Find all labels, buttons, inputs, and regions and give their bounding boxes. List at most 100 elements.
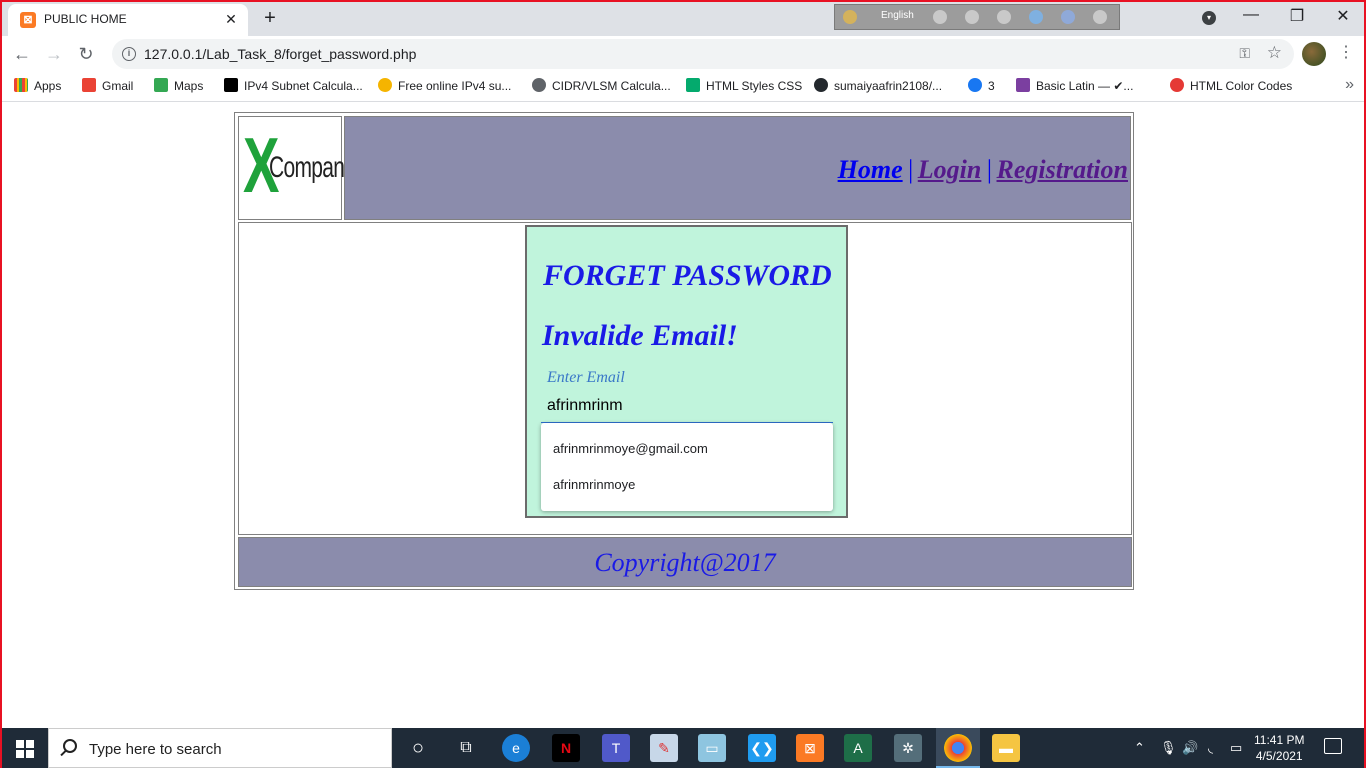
chrome-taskbar-button[interactable] [936,728,980,768]
notes-icon[interactable]: ▭ [698,734,726,762]
facebook-icon [968,78,982,92]
netflix-icon[interactable]: N [552,734,580,762]
bookmark-html-styles[interactable]: HTML Styles CSS [686,78,802,93]
edge-icon[interactable]: e [502,734,530,762]
more-bookmarks-icon[interactable]: » [1345,76,1354,94]
wifi-icon[interactable]: ◟ [1208,740,1213,756]
taskbar-search[interactable]: Type here to search [48,728,392,768]
form-title: FORGET PASSWORD [543,259,832,292]
nav-separator: | [906,155,914,184]
header-nav: Home | Login | Registration [344,116,1131,220]
windows-logo-icon [16,740,34,758]
bookmark-free-ipv4[interactable]: Free online IPv4 su... [378,78,511,93]
microphone-icon[interactable]: 🎙 [1160,740,1177,756]
footer: Copyright@2017 [238,537,1132,587]
bookmark-maps[interactable]: Maps [154,78,203,93]
gear-icon[interactable] [997,10,1011,24]
address-bar[interactable]: i 127.0.0.1/Lab_Task_8/forget_password.p… [112,39,1294,69]
chrome-icon [944,734,972,762]
maps-icon [154,78,168,92]
teams-icon[interactable]: T [602,734,630,762]
gmail-icon [82,78,96,92]
logo-company-text: Company [269,151,355,184]
autocomplete-dropdown: afrinmrinmoye@gmail.com afrinmrinmoye [541,423,833,511]
autocomplete-suggestion[interactable]: afrinmrinmoye@gmail.com [553,441,708,456]
vscode-icon[interactable]: ❮❯ [748,734,776,762]
xampp-favicon-icon: ⊠ [20,12,36,28]
restore-button[interactable]: ❐ [1282,6,1312,26]
profile-avatar[interactable] [1302,42,1326,66]
forward-arrow-icon[interactable]: → [42,42,66,66]
start-button[interactable] [2,728,48,768]
access-icon[interactable]: A [844,734,872,762]
tab-close-icon[interactable]: ✕ [222,10,240,28]
site-info-icon[interactable]: i [122,47,136,61]
tab-title: PUBLIC HOME [44,12,127,26]
search-icon [63,739,77,753]
network-tool-icon[interactable]: ✲ [894,734,922,762]
nav-links: Home | Login | Registration [838,155,1128,185]
copyright-text: Copyright@2017 [594,548,776,577]
hat-icon[interactable] [933,10,947,24]
kebab-menu-icon[interactable]: ⋮ [1338,42,1354,62]
volume-icon[interactable]: 🔊 [1182,740,1198,756]
apps-grid-icon [14,78,28,92]
ut-icon [1016,78,1030,92]
new-tab-button[interactable]: + [258,6,282,30]
bookmark-apps[interactable]: Apps [14,78,61,93]
url-text[interactable]: 127.0.0.1/Lab_Task_8/forget_password.php [144,46,416,62]
cortana-icon[interactable]: ○ [404,734,432,762]
task-view-icon[interactable]: ⧉ [452,734,480,762]
forget-password-form: FORGET PASSWORD Invalide Email! Enter Em… [525,225,848,518]
profile-dropdown-icon[interactable]: ▾ [1202,11,1216,25]
page-layout-table: X Company Home | Login | Registration FORGET… [234,112,1134,590]
system-clock[interactable]: 11:41 PM 4/5/2021 [1254,732,1304,764]
nav-registration-link[interactable]: Registration [997,155,1128,184]
search-placeholder: Type here to search [89,741,222,758]
browser-titlebar: ⊠ PUBLIC HOME ✕ + English ▾ — ❐ ✕ [2,2,1364,36]
tool-icon[interactable] [965,10,979,24]
language-bar: English [834,4,1120,30]
autocomplete-suggestion[interactable]: afrinmrinmoye [553,477,635,492]
key-icon[interactable]: ⚿ [1239,45,1250,62]
bookmark-ipv4-subnet[interactable]: IPv4 Subnet Calcula... [224,78,363,93]
nav-home-link[interactable]: Home [838,155,903,184]
info-icon[interactable] [1093,10,1107,24]
browser-toolbar: ← → ↻ i 127.0.0.1/Lab_Task_8/forget_pass… [2,36,1364,72]
tray-chevron-icon[interactable]: ⌃ [1134,740,1145,756]
reload-icon[interactable]: ↻ [74,42,98,66]
minimize-button[interactable]: — [1236,6,1266,24]
globe-icon [532,78,546,92]
bookmark-cidr-vlsm[interactable]: CIDR/VLSM Calcula... [532,78,671,93]
xampp-icon[interactable]: ⊠ [796,734,824,762]
bookmark-star-icon[interactable]: ☆ [1267,43,1282,63]
help-icon[interactable] [1061,10,1075,24]
bookmark-github[interactable]: sumaiyaafrin2108/... [814,78,942,93]
nav-separator: | [985,155,993,184]
bookmark-facebook[interactable]: 3 [968,78,995,93]
content-area: FORGET PASSWORD Invalide Email! Enter Em… [238,222,1132,535]
notification-icon[interactable] [1324,738,1342,754]
amazon-icon [378,78,392,92]
logo: X Company [238,116,355,220]
email-label: Enter Email [547,369,625,386]
browser-tab[interactable]: ⊠ PUBLIC HOME ✕ [8,4,248,36]
clock-date: 4/5/2021 [1255,749,1303,763]
ime-icon[interactable] [843,10,857,24]
bookmark-gmail[interactable]: Gmail [82,78,133,93]
close-window-button[interactable]: ✕ [1328,6,1358,26]
error-message: Invalide Email! [542,319,738,352]
file-explorer-icon[interactable]: ▬ [992,734,1020,762]
bookmark-html-color-codes[interactable]: HTML Color Codes [1170,78,1292,93]
paint-icon[interactable]: ✎ [650,734,678,762]
color-codes-icon [1170,78,1184,92]
ie-icon[interactable] [1029,10,1043,24]
clock-time: 11:41 PM [1254,733,1305,747]
bookmark-basic-latin[interactable]: Basic Latin — ✔... [1016,78,1133,93]
language-label[interactable]: English [881,10,914,21]
battery-icon[interactable]: ▭ [1230,740,1242,756]
notion-icon [224,78,238,92]
nav-login-link[interactable]: Login [918,155,982,184]
email-input[interactable] [541,389,833,423]
back-arrow-icon[interactable]: ← [10,42,34,66]
